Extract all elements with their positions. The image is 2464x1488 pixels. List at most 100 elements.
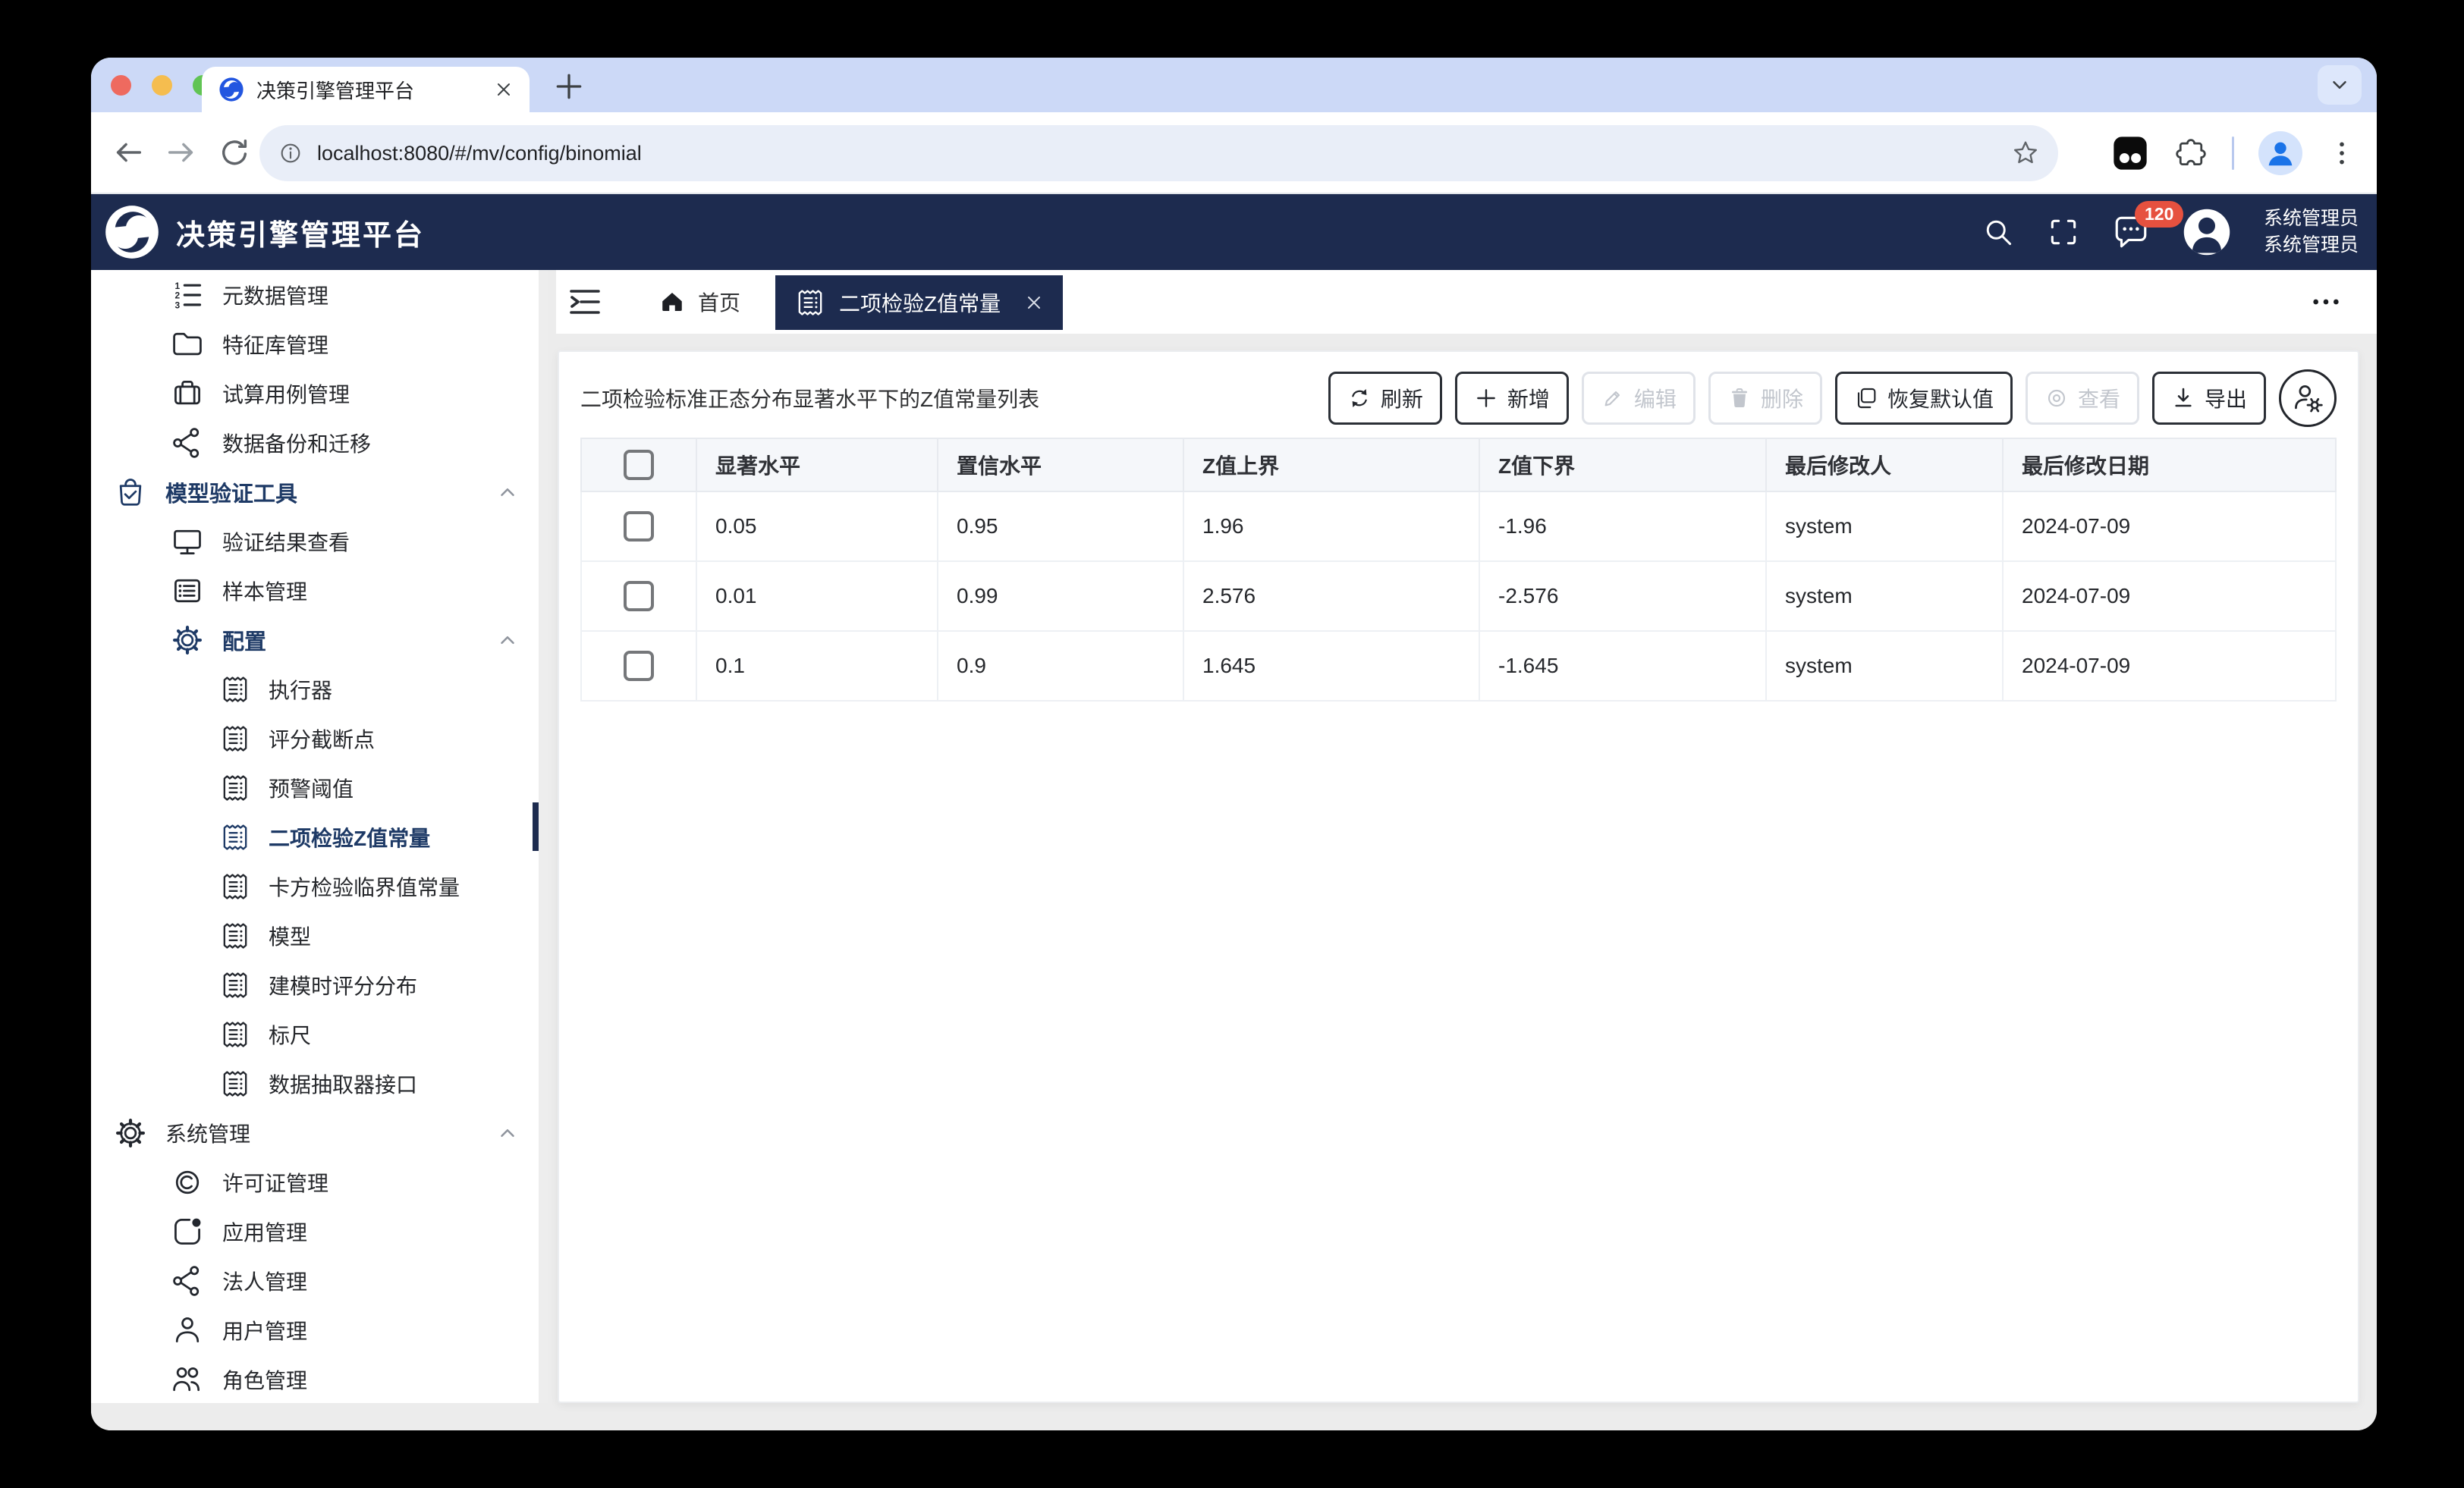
edit-button[interactable]: 编辑 <box>1582 372 1696 425</box>
select-all-cell <box>581 438 696 491</box>
column-header[interactable]: Z值上界 <box>1183 438 1479 491</box>
restore-defaults-button[interactable]: 恢复默认值 <box>1835 372 2013 425</box>
sidebar-item-metadata[interactable]: 元数据管理 <box>91 270 548 319</box>
sidebar-item-app-management[interactable]: 应用管理 <box>91 1207 548 1256</box>
new-tab-button[interactable] <box>552 70 586 103</box>
sidebar-item-backup-migration[interactable]: 数据备份和迁移 <box>91 418 548 467</box>
sidebar-item-license-management[interactable]: 许可证管理 <box>91 1157 548 1207</box>
browser-tab[interactable]: 决策引擎管理平台 <box>202 67 530 112</box>
cell-significance: 0.1 <box>696 631 938 701</box>
sidebar-item-feature-library[interactable]: 特征库管理 <box>91 319 548 369</box>
messages-button[interactable]: 120 <box>2112 213 2150 251</box>
extension-icon[interactable] <box>2110 133 2150 173</box>
sidebar-item-user-management[interactable]: 用户管理 <box>91 1305 548 1355</box>
sidebar-item-chisquare-critical-constants[interactable]: 卡方检验临界值常量 <box>91 862 548 911</box>
select-all-checkbox[interactable] <box>624 450 654 480</box>
tab-binomial-z-constants[interactable]: 二项检验Z值常量 <box>775 275 1063 330</box>
column-header[interactable]: 最后修改日期 <box>2003 438 2336 491</box>
sidebar-item-sample-management[interactable]: 样本管理 <box>91 566 548 615</box>
user-info[interactable]: 系统管理员 系统管理员 <box>2264 206 2359 259</box>
sidebar-item-trial-cases[interactable]: 试算用例管理 <box>91 369 548 418</box>
sidebar-item-warning-threshold[interactable]: 预警阈值 <box>91 763 548 812</box>
receipt-icon <box>795 287 825 318</box>
refresh-button[interactable]: 刷新 <box>1328 372 1442 425</box>
table-row[interactable]: 0.01 0.99 2.576 -2.576 system 2024-07-09 <box>581 561 2336 631</box>
row-checkbox[interactable] <box>624 581 654 611</box>
close-tab-icon[interactable] <box>1025 294 1043 312</box>
add-button[interactable]: 新增 <box>1455 372 1569 425</box>
minimize-window-button[interactable] <box>152 75 172 96</box>
tab-home[interactable]: 首页 <box>658 270 740 334</box>
column-header[interactable]: 最后修改人 <box>1766 438 2003 491</box>
sidebar-section-system-management[interactable]: 系统管理 <box>91 1108 548 1157</box>
delete-button[interactable]: 删除 <box>1708 372 1822 425</box>
receipt-icon <box>220 1069 250 1099</box>
row-checkbox[interactable] <box>624 651 654 681</box>
sidebar-item-scale[interactable]: 标尺 <box>91 1009 548 1059</box>
receipt-icon <box>220 822 250 852</box>
table-row[interactable]: 0.1 0.9 1.645 -1.645 system 2024-07-09 <box>581 631 2336 701</box>
chevron-up-icon <box>496 1122 519 1144</box>
sidebar-item-legal-entity-management[interactable]: 法人管理 <box>91 1256 548 1305</box>
content-card: 二项检验标准正态分布显著水平下的Z值常量列表 刷新 新增 编辑 删除 <box>558 350 2359 1403</box>
site-info-icon[interactable] <box>278 140 303 166</box>
sidebar-item-role-management[interactable]: 角色管理 <box>91 1355 548 1403</box>
sidebar-item-model[interactable]: 模型 <box>91 911 548 960</box>
cell-z-upper: 1.96 <box>1183 491 1479 561</box>
column-header[interactable]: Z值下界 <box>1479 438 1766 491</box>
collapse-sidebar-icon[interactable] <box>567 284 603 320</box>
toolbar-buttons: 刷新 新增 编辑 删除 恢复默认值 查看 <box>1328 369 2337 427</box>
close-tab-icon[interactable] <box>495 80 513 99</box>
url-text[interactable]: localhost:8080/#/mv/config/binomial <box>317 142 1997 165</box>
fullscreen-icon[interactable] <box>2047 215 2080 249</box>
cell-modified-by: system <box>1766 491 2003 561</box>
export-button[interactable]: 导出 <box>2152 372 2266 425</box>
gear-icon <box>171 623 204 657</box>
cell-z-lower: -2.576 <box>1479 561 1766 631</box>
user-avatar[interactable] <box>2182 207 2232 257</box>
column-header[interactable]: 置信水平 <box>938 438 1183 491</box>
tab-search-button[interactable] <box>2318 65 2362 105</box>
sidebar-item-modeling-score-distribution[interactable]: 建模时评分分布 <box>91 960 548 1009</box>
column-settings-button[interactable] <box>2279 369 2337 427</box>
people-icon <box>171 1363 204 1396</box>
reload-icon[interactable] <box>217 135 252 170</box>
bookmark-star-icon[interactable] <box>2011 139 2040 168</box>
browser-action-icons <box>2110 126 2357 181</box>
close-window-button[interactable] <box>111 75 131 96</box>
search-icon[interactable] <box>1982 215 2015 249</box>
extensions-puzzle-icon[interactable] <box>2174 137 2208 170</box>
receipt-icon <box>220 871 250 902</box>
sidebar-item-score-cutoff[interactable]: 评分截断点 <box>91 714 548 763</box>
card-header: 二项检验标准正态分布显著水平下的Z值常量列表 刷新 新增 编辑 删除 <box>580 369 2337 428</box>
sidebar-item-validation-results[interactable]: 验证结果查看 <box>91 516 548 566</box>
sidebar-scrollbar-track[interactable] <box>539 270 548 1403</box>
back-icon[interactable] <box>111 135 146 170</box>
sidebar-item-executor[interactable]: 执行器 <box>91 664 548 714</box>
refresh-icon <box>1347 386 1372 410</box>
list-title: 二项检验标准正态分布显著水平下的Z值常量列表 <box>580 383 1039 413</box>
profile-button[interactable] <box>2258 131 2302 175</box>
receipt-icon <box>220 970 250 1000</box>
table-row[interactable]: 0.05 0.95 1.96 -1.96 system 2024-07-09 <box>581 491 2336 561</box>
address-bar[interactable]: localhost:8080/#/mv/config/binomial <box>259 125 2058 181</box>
sidebar-item-binomial-z-constants[interactable]: 二项检验Z值常量 <box>91 812 548 862</box>
sidebar-section-config[interactable]: 配置 <box>91 615 548 664</box>
browser-menu-icon[interactable] <box>2327 138 2357 168</box>
table-header-row: 显著水平 置信水平 Z值上界 Z值下界 最后修改人 最后修改日期 <box>581 438 2336 491</box>
profile-avatar-icon <box>2263 136 2298 171</box>
receipt-icon <box>220 921 250 951</box>
tab-overflow-menu-icon[interactable] <box>2305 290 2346 314</box>
window-controls <box>111 75 213 96</box>
sidebar-item-data-extractor-interface[interactable]: 数据抽取器接口 <box>91 1059 548 1108</box>
column-header[interactable]: 显著水平 <box>696 438 938 491</box>
cell-modified-by: system <box>1766 561 2003 631</box>
cell-z-lower: -1.96 <box>1479 491 1766 561</box>
view-button[interactable]: 查看 <box>2026 372 2139 425</box>
sidebar-section-model-validation[interactable]: 模型验证工具 <box>91 467 548 516</box>
plus-icon <box>1474 386 1498 410</box>
receipt-icon <box>220 1019 250 1050</box>
monitor-icon <box>171 525 204 558</box>
forward-icon[interactable] <box>164 135 199 170</box>
row-checkbox[interactable] <box>624 511 654 542</box>
